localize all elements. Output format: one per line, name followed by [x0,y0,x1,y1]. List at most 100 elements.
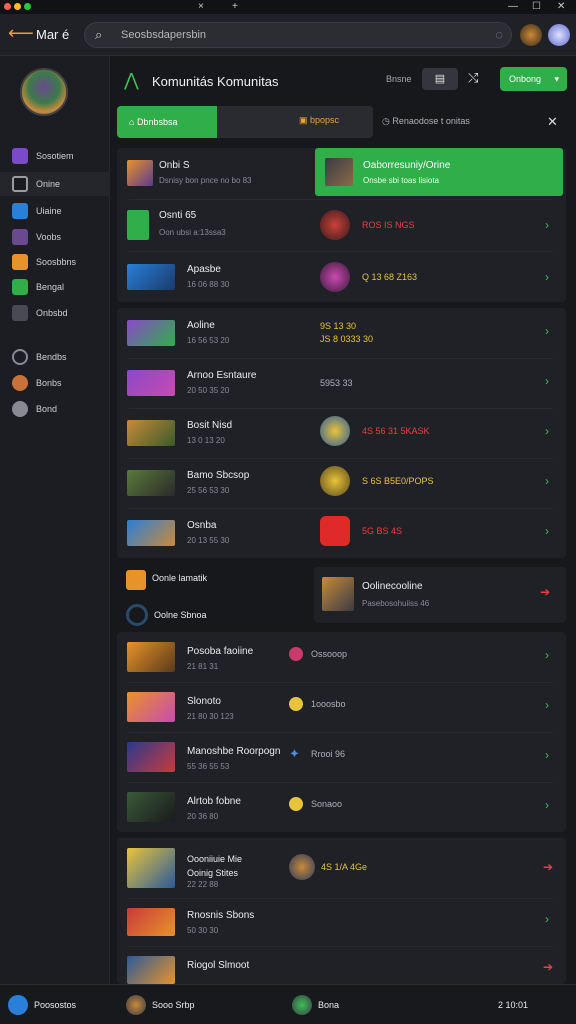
sidebar-item-label: Uiaine [36,206,62,216]
sidebar-item[interactable]: Bendbs [0,345,110,369]
list-item[interactable]: Arnoo Esntaure 20 50 35 20 5953 33 › [117,358,566,408]
tab-close-icon[interactable]: × [198,0,204,13]
list-item[interactable]: Riogol Slmoot ➔ [117,946,566,984]
chevron-right-icon[interactable]: › [545,748,549,762]
sidebar-item[interactable]: Bond [0,397,110,421]
game-thumbnail [127,520,175,546]
list-item[interactable]: Rnosnis Sbons 50 30 30 › [117,898,566,946]
tab-home[interactable]: ⌂ Dbnbsbsa [117,106,217,138]
chevron-right-icon[interactable]: › [545,474,549,488]
list-view-button[interactable]: ▤ [422,68,458,90]
item-title: Osnti 65 [159,210,197,221]
chevron-right-icon[interactable]: › [545,270,549,284]
player-avatar [320,466,350,496]
list-item[interactable]: Aoline 16 56 53 20 9S 13 30 JS 8 0333 30… [117,308,566,358]
item-title: Posoba faoiine [187,646,254,657]
chevron-right-icon[interactable]: › [545,524,549,538]
user-avatar[interactable] [126,995,146,1015]
restore-icon[interactable]: ☐ [532,0,541,13]
clock-text: 2 10:01 [498,1000,529,1010]
sidebar-item[interactable]: Uiaine [0,199,110,223]
minimize-dot[interactable] [14,3,21,10]
window-titlebar: × + — ☐ ✕ [0,0,576,14]
list-item[interactable]: Bamo Sbcsop 25 56 53 30 S 6S B5E0/POPS › [117,458,566,508]
item-subtitle: 21 80 30 123 [187,712,234,721]
user-avatar[interactable] [292,995,312,1015]
new-tab-icon[interactable]: + [232,0,238,13]
close-icon[interactable]: ✕ [547,114,558,130]
profile-avatar[interactable] [548,24,570,46]
chevron-right-icon[interactable]: › [545,218,549,232]
item-title: Rnosnis Sbons [187,910,255,921]
list-item[interactable]: Manoshbe Roorpogn 55 36 55 53 ✦ Rrooi 96… [117,732,566,782]
list-item[interactable]: Oooniiuie Mie Ooinig Stites 22 22 88 4S … [117,838,566,898]
search-icon: ⌕ [95,27,103,42]
maximize-dot[interactable] [24,3,31,10]
chevron-right-icon[interactable]: › [545,698,549,712]
list-item[interactable]: Osnti 65 Oon ubsi a:13ssa3 ROS IS NGS › [117,200,566,250]
minimize-icon[interactable]: — [508,0,518,13]
tab-label[interactable]: ◷ Renaodose t onitas [382,116,470,127]
sidebar-item[interactable]: Voobs [0,225,110,249]
sidebar-item[interactable]: Bonbs [0,371,110,395]
close-window-icon[interactable]: ✕ [557,0,565,13]
back-arrow-icon[interactable]: ⟵ [8,24,34,42]
chevron-right-icon[interactable]: › [545,424,549,438]
item-title: Onbi S [159,160,190,171]
filter-button[interactable]: Onbong ▾ [500,67,567,91]
feature-subtitle: Pasebosohuiiss 46 [362,599,430,608]
chevron-right-icon[interactable]: › [545,798,549,812]
search-placeholder: Seosbsdapersbin [121,29,207,41]
list-item[interactable]: Bosit Nisd 13 0 13 20 4S 56 31 5KASK › [117,408,566,458]
arrow-right-icon[interactable]: ➔ [543,860,553,874]
item-title: Manoshbe Roorpogn [187,746,281,757]
item-value: 5G BS 4S [362,526,403,536]
badge-icon [289,647,303,661]
app-icon [320,516,350,546]
item-subtitle: 55 36 55 53 [187,762,230,771]
sidebar-item-label: Bendbs [36,352,67,362]
list-item[interactable]: Slonoto 21 80 30 123 1ooosbo › [117,682,566,732]
close-dot[interactable] [4,3,11,10]
tab-other[interactable]: ▣ bpopsc [299,115,339,126]
sidebar-item[interactable]: Onine [0,172,110,196]
item-title: Aoline [187,320,215,331]
game-thumbnail [127,370,175,396]
list-item[interactable]: Apasbe 16 06 88 30 Q 13 68 Z163 › [117,252,566,302]
content-card: Aoline 16 56 53 20 9S 13 30 JS 8 0333 30… [117,308,566,558]
shuffle-icon[interactable]: ⤭ [468,70,478,86]
sidebar-item-label: Onbsbd [36,308,68,318]
arrow-right-icon[interactable]: ➔ [540,585,550,599]
chevron-right-icon[interactable]: › [545,648,549,662]
item-icon [12,401,28,417]
voice-icon[interactable]: ◌ [495,27,503,42]
arrow-right-icon[interactable]: ➔ [543,960,553,974]
list-item[interactable]: Alrtob fobne 20 36 80 Sonaoo › [117,782,566,832]
game-thumbnail [127,742,175,772]
chevron-right-icon[interactable]: › [545,324,549,338]
list-item[interactable]: Onbi S Dsnisy bon pnce no bo 83 [117,148,566,198]
sidebar-item[interactable]: Bengal [0,275,110,299]
list-item[interactable]: Posoba faoiine 21 81 31 Ossooop › [117,632,566,682]
chevron-right-icon[interactable]: › [545,374,549,388]
sidebar-item-label: Soosbbns [36,257,77,267]
sidebar-item[interactable]: Soosbbns [0,250,110,274]
sidebar-item[interactable]: Sosotiem [0,144,110,168]
feature-title: Oolinecooline [362,581,423,592]
item-subtitle: 22 22 88 [187,880,219,889]
emoji-icon [289,697,303,711]
avatar[interactable] [520,24,542,46]
item-subtitle: 13 0 13 20 [187,436,225,445]
item-icon [12,229,28,245]
item-icon [12,375,28,391]
list-item[interactable]: Osnba 20 13 55 30 5G BS 4S › [117,508,566,558]
search-input[interactable]: ⌕ Seosbsdapersbin ◌ [84,22,512,48]
game-thumbnail [127,642,175,672]
feature-tile[interactable]: Oolinecooline Pasebosohuiiss 46 ➔ [314,567,566,623]
chevron-right-icon[interactable]: › [545,912,549,926]
item-icon [12,305,28,321]
game-thumbnail [127,264,175,290]
sidebar-item[interactable]: Onbsbd [0,301,110,325]
profile-picture[interactable] [20,68,68,116]
status-avatar[interactable] [8,995,28,1015]
